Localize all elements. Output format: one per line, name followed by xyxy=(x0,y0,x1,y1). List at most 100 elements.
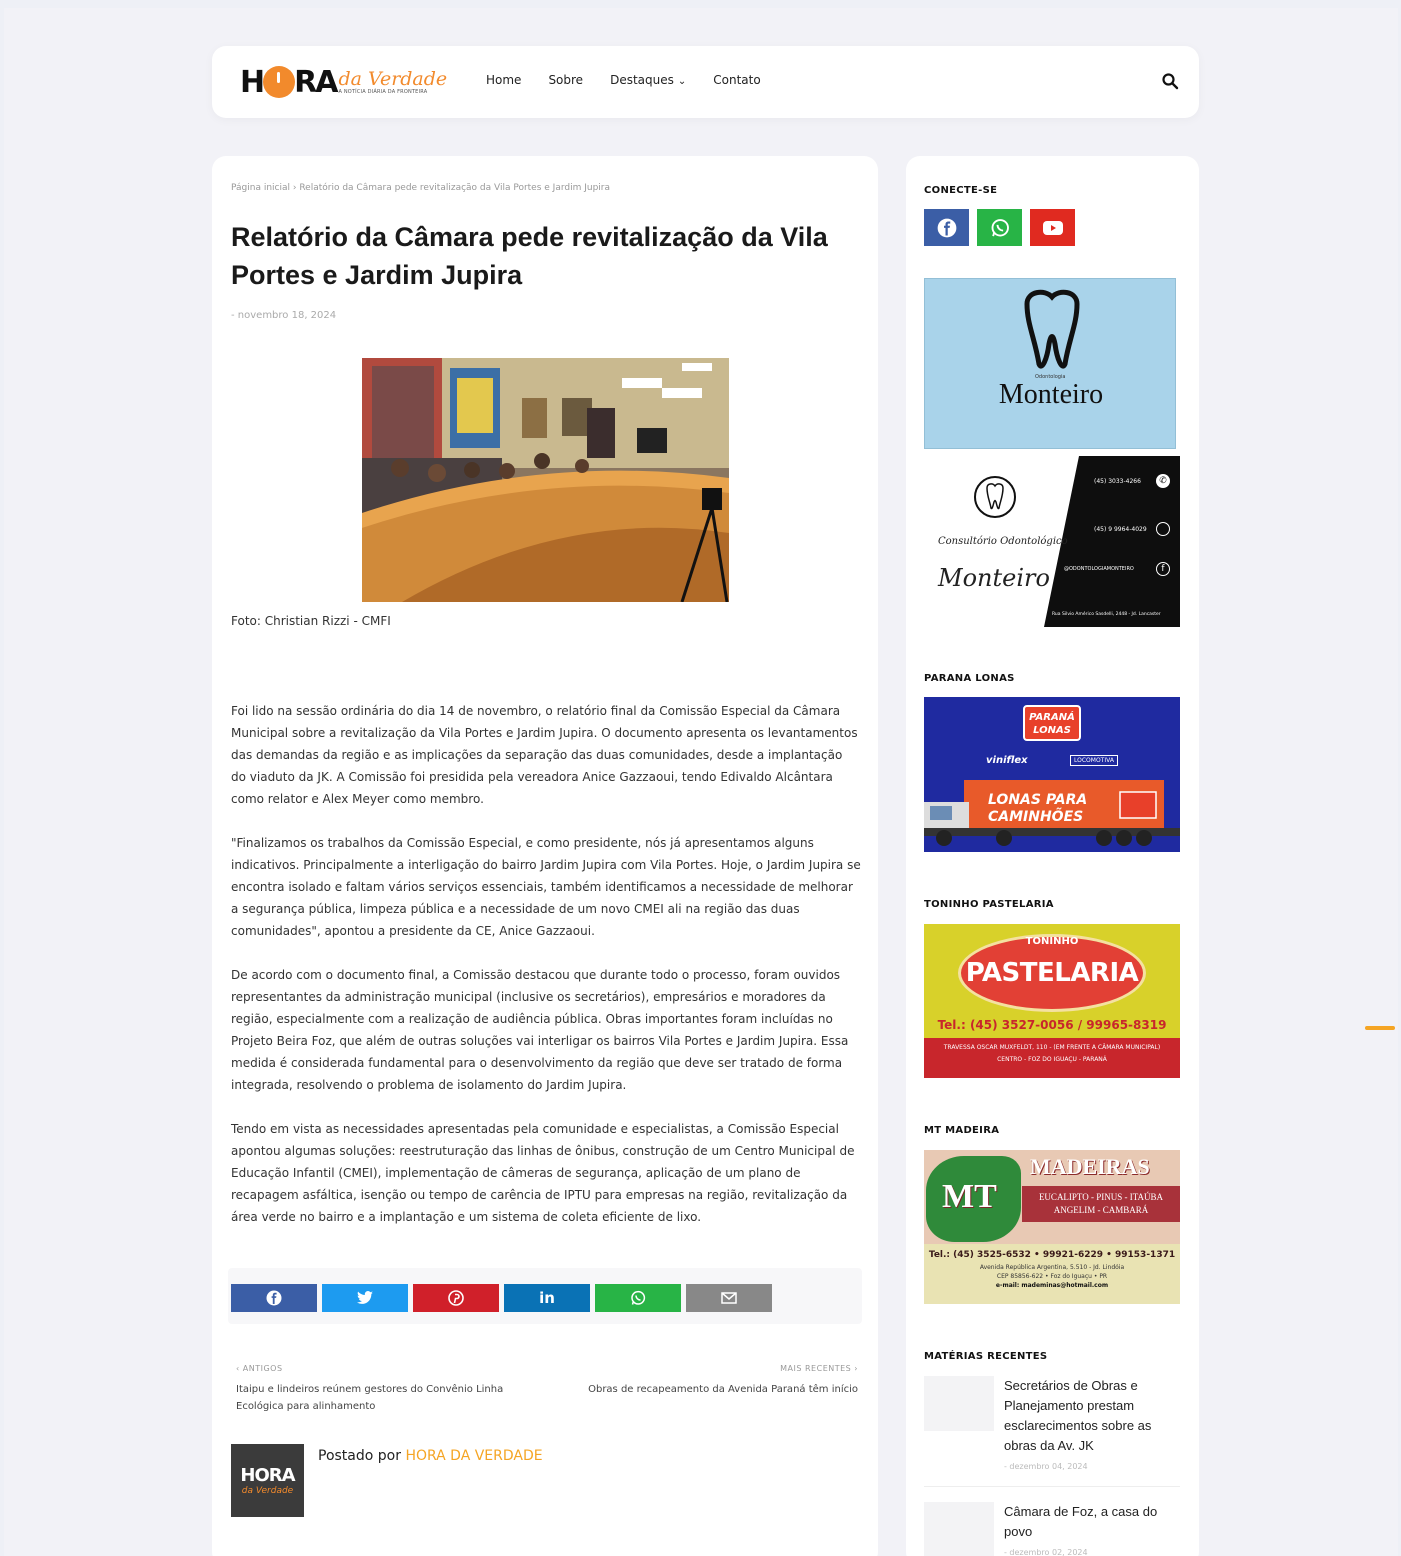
page: H RA da Verdade A NOTÍCIA DIÁRIA DA FRON… xyxy=(0,0,1401,1556)
site-header: H RA da Verdade A NOTÍCIA DIÁRIA DA FRON… xyxy=(212,46,1199,118)
breadcrumb[interactable]: Página inicial › Relatório da Câmara ped… xyxy=(231,183,610,193)
mt-woods-line2: ANGELIM - CAMBARÁ xyxy=(1053,1205,1149,1215)
facebook-icon xyxy=(266,1290,282,1306)
main-nav: Home Sobre Destaques ⌄ Contato xyxy=(486,73,761,87)
facebook-icon xyxy=(937,218,956,237)
avatar-logo-subtext: da Verdade xyxy=(241,1486,294,1496)
clock-icon xyxy=(263,66,296,98)
nav-sobre[interactable]: Sobre xyxy=(548,73,583,87)
widget-title-connect: CONECTE-SE xyxy=(924,185,998,196)
article-paragraph: Tendo em vista as necessidades apresenta… xyxy=(231,1122,855,1224)
facebook-link[interactable] xyxy=(924,209,969,246)
mt-title: MADEIRAS xyxy=(1030,1154,1150,1179)
envelope-icon xyxy=(721,1292,737,1304)
share-bar: in xyxy=(228,1268,862,1324)
ad-card-address: Rua Silvio Américo Sasdelli, 2448 - Jd. … xyxy=(1052,612,1161,617)
recent-post-title[interactable]: Secretários de Obras e Planejamento pres… xyxy=(1004,1376,1180,1456)
ad-monteiro-top[interactable]: Odontologia Monteiro xyxy=(924,278,1176,449)
parana-lonas-logo: PARANÁ LONAS xyxy=(1023,705,1081,741)
ad-slogan-line1: LONAS PARA xyxy=(988,792,1088,808)
recent-post-date: - dezembro 04, 2024 xyxy=(1004,1462,1088,1471)
ad-monteiro-card[interactable]: Consultório Odontológico Monteiro (45) 3… xyxy=(924,456,1180,627)
recent-post-title[interactable]: Câmara de Foz, a casa do povo xyxy=(1004,1502,1180,1542)
logo-letters-ra: RA xyxy=(294,64,338,100)
nav-destaques[interactable]: Destaques ⌄ xyxy=(610,73,686,87)
twitter-icon xyxy=(357,1291,373,1304)
ad-slogan-line2: CAMINHÕES xyxy=(988,809,1084,825)
article-photo xyxy=(362,358,729,602)
older-post-link[interactable]: ‹ ANTIGOS Itaipu e lindeiros reúnem gest… xyxy=(236,1360,536,1415)
mt-address1: Avenida República Argentina, 5.510 - Jd.… xyxy=(979,1264,1125,1271)
newer-post-title: Obras de recapeamento da Avenida Paraná … xyxy=(588,1384,858,1395)
whatsapp-icon xyxy=(631,1290,646,1305)
ad-card-phone2: (45) 9 9964-4029 xyxy=(1094,526,1147,533)
share-whatsapp-button[interactable] xyxy=(595,1284,681,1312)
logo-da-verdade: da Verdade xyxy=(338,68,448,90)
tooth-icon xyxy=(1024,289,1080,369)
newer-label: MAIS RECENTES › xyxy=(780,1364,858,1373)
youtube-icon xyxy=(1042,220,1063,235)
ad-card-phone1: (45) 3033-4266 xyxy=(1094,478,1141,485)
mt-logo-text: MT xyxy=(942,1178,997,1215)
article-paragraph: De acordo com o documento final, a Comis… xyxy=(231,968,849,1092)
sidebar: CONECTE-SE Odontologia Monteiro Consultó… xyxy=(906,156,1199,1556)
ad-card-script: Monteiro xyxy=(938,564,1050,592)
pastelaria-phone: Tel.: (45) 3527-0056 / 99965-8319 xyxy=(937,1018,1167,1032)
mt-email: e-mail: mademinas@hotmail.com xyxy=(995,1282,1109,1289)
mt-phone: Tel.: (45) 3525-6532 • 99921-6229 • 9915… xyxy=(928,1250,1176,1260)
whatsapp-link[interactable] xyxy=(977,209,1022,246)
ad-parana-lonas[interactable]: PARANÁ LONAS viniflex LOCOMOTIVA LONAS P… xyxy=(924,697,1180,852)
chevron-down-icon: ⌄ xyxy=(677,76,687,87)
share-pinterest-button[interactable] xyxy=(413,1284,499,1312)
logo-text-block: da Verdade A NOTÍCIA DIÁRIA DA FRONTEIRA xyxy=(338,69,447,95)
ad-card-instagram: @ODONTOLOGIAMONTEIRO xyxy=(1064,566,1134,572)
scroll-indicator[interactable] xyxy=(1365,1026,1395,1030)
older-label: ‹ ANTIGOS xyxy=(236,1364,283,1373)
posted-by-label: Postado por xyxy=(318,1448,401,1464)
recent-post[interactable]: Câmara de Foz, a casa do povo - dezembro… xyxy=(924,1502,1180,1556)
recent-divider xyxy=(924,1486,1180,1487)
mt-woods-line1: EUCALIPTO - PINUS - ITAÚBA xyxy=(1038,1192,1164,1202)
author-link[interactable]: HORA DA VERDADE xyxy=(405,1448,542,1464)
ad-mt-madeiras[interactable]: MT MADEIRAS EUCALIPTO - PINUS - ITAÚBA A… xyxy=(924,1150,1180,1304)
pastelaria-address1: TRAVESSA OSCAR MUXFELDT, 110 - (EM FRENT… xyxy=(943,1044,1161,1051)
recent-post[interactable]: Secretários de Obras e Planejamento pres… xyxy=(924,1376,1180,1476)
share-email-button[interactable] xyxy=(686,1284,772,1312)
share-twitter-button[interactable] xyxy=(322,1284,408,1312)
tooth-circle-icon xyxy=(974,476,1016,518)
share-facebook-button[interactable] xyxy=(231,1284,317,1312)
pastelaria-arc-text: TONINHO xyxy=(1025,936,1079,947)
ad-toninho-pastelaria[interactable]: TONINHO PASTELARIA Tel.: (45) 3527-0056 … xyxy=(924,924,1180,1078)
ad-card-subtitle: Consultório Odontológico xyxy=(938,536,1068,547)
linkedin-icon: in xyxy=(539,1289,555,1307)
pinterest-icon xyxy=(448,1290,464,1306)
nav-destaques-label: Destaques xyxy=(610,73,674,87)
whatsapp-icon xyxy=(1156,522,1170,536)
social-links xyxy=(924,209,1075,246)
newer-post-link[interactable]: MAIS RECENTES › Obras de recapeamento da… xyxy=(558,1360,858,1398)
posted-by: Postado por HORA DA VERDADE xyxy=(318,1448,618,1464)
article-body: Foi lido na sessão ordinária do dia 14 d… xyxy=(231,700,861,1250)
parana-lonas-logo-line1: PARANÁ xyxy=(1029,712,1075,723)
nav-home[interactable]: Home xyxy=(486,73,521,87)
article-title: Relatório da Câmara pede revitalização d… xyxy=(231,222,828,290)
logo-tagline: A NOTÍCIA DIÁRIA DA FRONTEIRA xyxy=(338,89,428,95)
search-icon[interactable] xyxy=(1161,72,1179,90)
nav-contato[interactable]: Contato xyxy=(713,73,760,87)
widget-title-toninho: TONINHO PASTELARIA xyxy=(924,899,1054,910)
article-paragraph: "Finalizamos os trabalhos da Comissão Es… xyxy=(231,836,861,938)
viniflex-brand: viniflex xyxy=(986,755,1028,766)
logo-letter-h: H xyxy=(240,64,265,100)
article-card: Página inicial › Relatório da Câmara ped… xyxy=(212,156,878,1556)
share-linkedin-button[interactable]: in xyxy=(504,1284,590,1312)
pastelaria-address2: CENTRO - FOZ DO IGUAÇU - PARANÁ xyxy=(997,1056,1107,1063)
recent-post-thumbnail[interactable] xyxy=(924,1376,994,1431)
widget-title-recent: MATÉRIAS RECENTES xyxy=(924,1351,1048,1362)
avatar: HORA da Verdade xyxy=(231,1444,304,1517)
ad-monteiro-brand: Monteiro xyxy=(998,379,1104,410)
site-logo[interactable]: H RA da Verdade A NOTÍCIA DIÁRIA DA FRON… xyxy=(240,62,450,102)
locomotiva-brand: LOCOMOTIVA xyxy=(1070,755,1118,766)
photo-caption: Foto: Christian Rizzi - CMFI xyxy=(231,614,391,628)
recent-post-thumbnail[interactable] xyxy=(924,1502,994,1556)
youtube-link[interactable] xyxy=(1030,209,1075,246)
